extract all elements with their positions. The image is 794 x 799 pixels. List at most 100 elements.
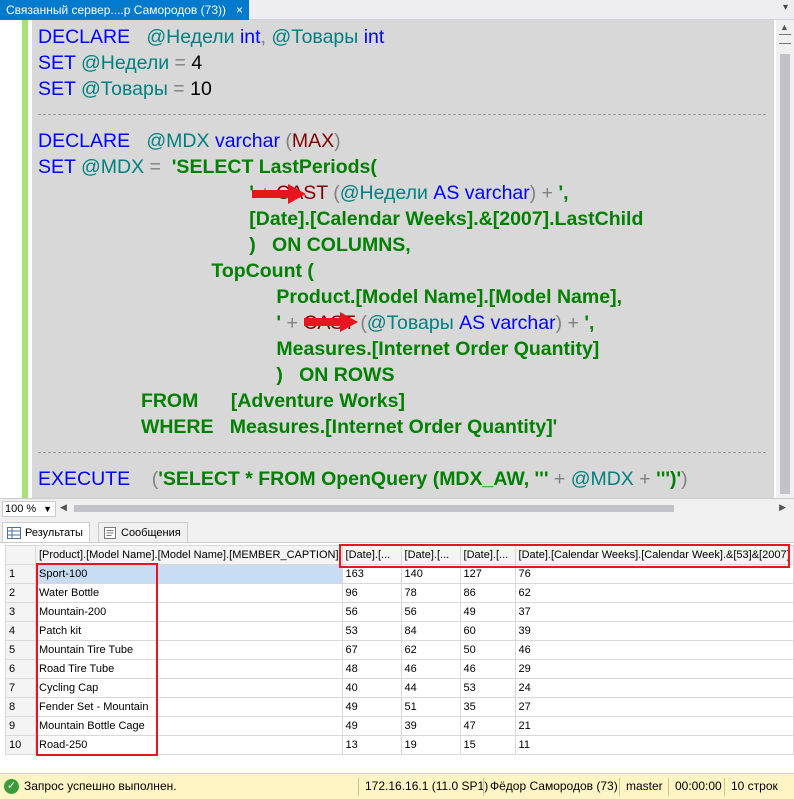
status-divider — [619, 778, 620, 796]
close-tab-icon[interactable]: × — [236, 0, 243, 20]
code-line[interactable]: EXECUTE ('SELECT * FROM OpenQuery (MDX_A… — [38, 466, 688, 492]
tab-list-dropdown-icon[interactable]: ▾ — [783, 2, 788, 13]
grid-cell[interactable]: 19 — [400, 735, 461, 755]
grid-cell[interactable]: 27 — [514, 697, 794, 717]
code-line[interactable]: ' + CAST (@Недели AS varchar) + ', — [38, 180, 688, 206]
grid-cell[interactable]: 86 — [459, 583, 516, 603]
grid-cell[interactable]: 62 — [400, 640, 461, 660]
code-line[interactable]: DECLARE @MDX varchar (MAX) — [38, 128, 688, 154]
code-token: [Date].[Calendar Weeks].&[2007].LastChil… — [249, 208, 644, 230]
code-line[interactable]: ) ON COLUMNS, — [38, 232, 688, 258]
status-bar: ✓ Запрос успешно выполнен. 172.16.16.1 (… — [0, 773, 794, 799]
code-line[interactable]: Product.[Model Name].[Model Name], — [38, 284, 688, 310]
query-editor[interactable]: DECLARE @Недели int, @Товары int SET @Нед… — [0, 20, 794, 498]
grid-cell[interactable]: 56 — [341, 602, 402, 622]
query-document-tab[interactable]: Связанный сервер....р Самородов (73)) × — [0, 0, 249, 20]
grid-icon — [7, 526, 21, 539]
editor-horizontal-scrollbar[interactable]: ◀ ▶ — [60, 502, 786, 513]
code-line[interactable]: SET @Недели = 4 — [38, 50, 688, 76]
code-token: SET — [38, 52, 81, 74]
grid-cell[interactable]: 67 — [341, 640, 402, 660]
sql-code[interactable]: DECLARE @Недели int, @Товары int SET @Нед… — [38, 24, 688, 492]
code-token: Measures.[Internet Order Quantity]' — [229, 416, 558, 438]
code-line[interactable]: ' + CAST (@Товары AS varchar) + ', — [38, 310, 688, 336]
grid-cell[interactable]: 21 — [514, 716, 794, 736]
grid-cell[interactable]: 39 — [514, 621, 794, 641]
grid-cell[interactable]: 62 — [514, 583, 794, 603]
grid-cell[interactable]: 49 — [341, 716, 402, 736]
grid-cell[interactable]: 46 — [514, 640, 794, 660]
row-number[interactable]: 5 — [5, 640, 36, 660]
code-line[interactable]: ) ON ROWS — [38, 362, 688, 388]
row-number[interactable]: 7 — [5, 678, 36, 698]
code-token: AS varchar — [453, 312, 556, 334]
grid-cell[interactable]: 84 — [400, 621, 461, 641]
tab-results[interactable]: Результаты — [2, 522, 90, 542]
code-line[interactable]: [Date].[Calendar Weeks].&[2007].LastChil… — [38, 206, 688, 232]
code-token: , — [260, 26, 272, 48]
grid-cell[interactable]: 29 — [514, 659, 794, 679]
scroll-right-icon[interactable]: ▶ — [779, 502, 786, 513]
grid-cell[interactable]: 96 — [341, 583, 402, 603]
code-line[interactable]: DECLARE @Недели int, @Товары int — [38, 24, 688, 50]
grid-cell[interactable]: 78 — [400, 583, 461, 603]
code-token: @Недели — [81, 52, 170, 74]
grid-column-header[interactable]: [Product].[Model Name].[Model Name].[MEM… — [35, 545, 343, 565]
split-handle[interactable] — [779, 34, 791, 44]
code-token: DECLARE — [38, 26, 131, 48]
scroll-left-icon[interactable]: ◀ — [60, 502, 67, 513]
code-line[interactable] — [38, 440, 688, 466]
zoom-select[interactable]: 100 % ▼ — [2, 501, 56, 517]
grid-cell[interactable]: 11 — [514, 735, 794, 755]
status-elapsed: 00:00:00 — [675, 779, 722, 793]
grid-cell[interactable]: 51 — [400, 697, 461, 717]
grid-cell[interactable]: 60 — [459, 621, 516, 641]
scroll-thumb[interactable] — [74, 505, 674, 512]
grid-cell[interactable]: 44 — [400, 678, 461, 698]
grid-cell[interactable]: 37 — [514, 602, 794, 622]
code-line[interactable] — [38, 102, 688, 128]
code-token: 10 — [190, 78, 212, 100]
row-number[interactable]: 3 — [5, 602, 36, 622]
grid-cell[interactable]: 46 — [400, 659, 461, 679]
grid-cell[interactable]: 56 — [400, 602, 461, 622]
row-number[interactable]: 6 — [5, 659, 36, 679]
editor-vertical-scrollbar[interactable]: ▲ — [776, 20, 794, 498]
grid-cell[interactable]: 49 — [459, 602, 516, 622]
row-number[interactable]: 9 — [5, 716, 36, 736]
scroll-up-icon[interactable]: ▲ — [780, 22, 789, 32]
code-line[interactable]: TopCount ( — [38, 258, 688, 284]
grid-cell[interactable]: 15 — [459, 735, 516, 755]
grid-cell[interactable]: 46 — [459, 659, 516, 679]
code-line[interactable]: FROM [Adventure Works] — [38, 388, 688, 414]
row-number[interactable]: 8 — [5, 697, 36, 717]
code-token: FROM — [140, 390, 231, 412]
scroll-thumb[interactable] — [780, 54, 790, 494]
grid-corner-header[interactable] — [5, 545, 36, 565]
grid-cell[interactable]: 47 — [459, 716, 516, 736]
grid-cell[interactable]: 24 — [514, 678, 794, 698]
grid-cell[interactable]: 53 — [341, 621, 402, 641]
row-number[interactable]: 2 — [5, 583, 36, 603]
code-line[interactable]: Measures.[Internet Order Quantity] — [38, 336, 688, 362]
code-line[interactable]: SET @MDX = 'SELECT LastPeriods( — [38, 154, 688, 180]
code-line[interactable]: WHERE Measures.[Internet Order Quantity]… — [38, 414, 688, 440]
row-number[interactable]: 10 — [5, 735, 36, 755]
grid-cell[interactable]: 39 — [400, 716, 461, 736]
code-line[interactable]: SET @Товары = 10 — [38, 76, 688, 102]
row-number[interactable]: 4 — [5, 621, 36, 641]
grid-cell[interactable]: 13 — [341, 735, 402, 755]
row-number[interactable]: 1 — [5, 564, 36, 584]
grid-cell[interactable]: 48 — [341, 659, 402, 679]
tab-messages[interactable]: Сообщения — [98, 522, 188, 542]
grid-cell[interactable]: 40 — [341, 678, 402, 698]
code-token: SET — [38, 78, 81, 100]
grid-cell[interactable]: 35 — [459, 697, 516, 717]
grid-cell[interactable]: 53 — [459, 678, 516, 698]
grid-cell[interactable]: 49 — [341, 697, 402, 717]
change-tracking-bar — [22, 20, 28, 498]
grid-cell[interactable]: 50 — [459, 640, 516, 660]
